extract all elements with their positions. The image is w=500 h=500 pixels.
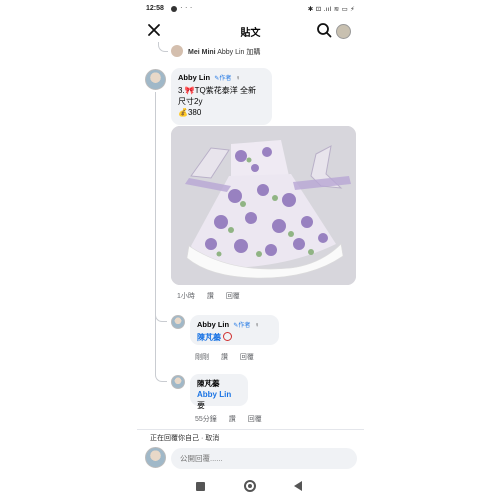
- author-badge-label: 作者: [238, 323, 251, 329]
- author-badge-label: 作者: [219, 76, 232, 82]
- sold-stamp-icon: [223, 332, 233, 341]
- top-bar: 貼文: [137, 20, 364, 42]
- avatar[interactable]: [171, 45, 183, 57]
- replying-to-bar[interactable]: 正在回覆你自己 · 取消: [150, 433, 219, 443]
- status-dots: · · ·: [180, 3, 193, 12]
- nav-home-icon[interactable]: [244, 480, 256, 492]
- comment-time: 1小時: [177, 293, 195, 300]
- like-button[interactable]: 讚: [229, 416, 236, 423]
- author-badge: ✎作者: [233, 321, 250, 332]
- like-button[interactable]: 讚: [207, 293, 214, 300]
- avatar[interactable]: [171, 375, 185, 389]
- reply-actions: 剛剛 讚 回覆: [195, 352, 264, 362]
- reply-bubble[interactable]: Abby Lin ✎作者 ♀ 陳芃蓁: [190, 315, 279, 345]
- avatar[interactable]: [171, 315, 185, 329]
- search-icon[interactable]: [316, 22, 332, 38]
- reply-author[interactable]: 陳芃蓁: [197, 378, 241, 389]
- messenger-notification-icon: [171, 6, 177, 12]
- mention-link[interactable]: 陳芃蓁: [197, 333, 221, 342]
- status-time: 12:58: [146, 5, 164, 12]
- reply-input[interactable]: [171, 448, 357, 469]
- reply-summary[interactable]: Mei Mini Abby Lin 加購: [188, 47, 260, 57]
- reply-time: 剛剛: [195, 354, 209, 361]
- reply-summary-name: Mei Mini: [188, 49, 216, 56]
- comment-bubble[interactable]: Abby Lin ✎作者 ♀ 3.🎀TQ紫花泰洋 全新 尺寸2y 💰380: [171, 68, 272, 125]
- comment-line: 3.🎀TQ紫花泰洋 全新: [178, 86, 256, 95]
- avatar[interactable]: [145, 447, 166, 468]
- reply-button[interactable]: 回覆: [226, 293, 240, 300]
- reply-bubble[interactable]: 陳芃蓁 Abby Lin 要: [190, 374, 248, 410]
- reply-button[interactable]: 回覆: [240, 354, 254, 361]
- system-nav-bar: [137, 474, 364, 500]
- thread-connector: [155, 312, 167, 322]
- dress-image: [171, 126, 356, 285]
- comment-line: 尺寸2y: [178, 97, 203, 106]
- top-fan-badge-icon: ♀: [254, 322, 260, 329]
- comment-line: 💰380: [178, 108, 202, 117]
- reply-author[interactable]: Abby Lin: [197, 320, 229, 329]
- status-bar: 12:58 · · · ✱ ⊡ .ııl ≋ ▭ ⚡: [137, 0, 364, 18]
- reply-button[interactable]: 回覆: [248, 416, 262, 423]
- status-icons: ✱ ⊡ .ııl ≋ ▭ ⚡: [307, 6, 355, 13]
- reply-text: 要: [197, 401, 205, 410]
- profile-avatar[interactable]: [336, 24, 351, 39]
- comment-author[interactable]: Abby Lin: [178, 73, 210, 82]
- dress-photo[interactable]: [171, 126, 356, 285]
- nav-back-icon[interactable]: [294, 481, 302, 491]
- like-button[interactable]: 讚: [221, 354, 228, 361]
- author-badge: ✎作者: [214, 74, 231, 85]
- divider: [137, 429, 364, 430]
- reply-time: 55分鐘: [195, 416, 217, 423]
- thread-line: [155, 92, 156, 322]
- mention-link[interactable]: Abby Lin: [197, 390, 231, 399]
- avatar[interactable]: [145, 69, 166, 90]
- reply-composer: [145, 446, 360, 472]
- thread-line: [155, 322, 156, 372]
- reply-summary-text: Abby Lin 加購: [217, 49, 261, 56]
- thread-connector: [155, 368, 167, 382]
- reply-actions: 55分鐘 讚 回覆: [195, 414, 272, 424]
- nav-recent-icon[interactable]: [196, 482, 205, 491]
- top-fan-badge-icon: ♀: [235, 75, 241, 82]
- comment-actions: 1小時 讚 回覆: [177, 291, 250, 301]
